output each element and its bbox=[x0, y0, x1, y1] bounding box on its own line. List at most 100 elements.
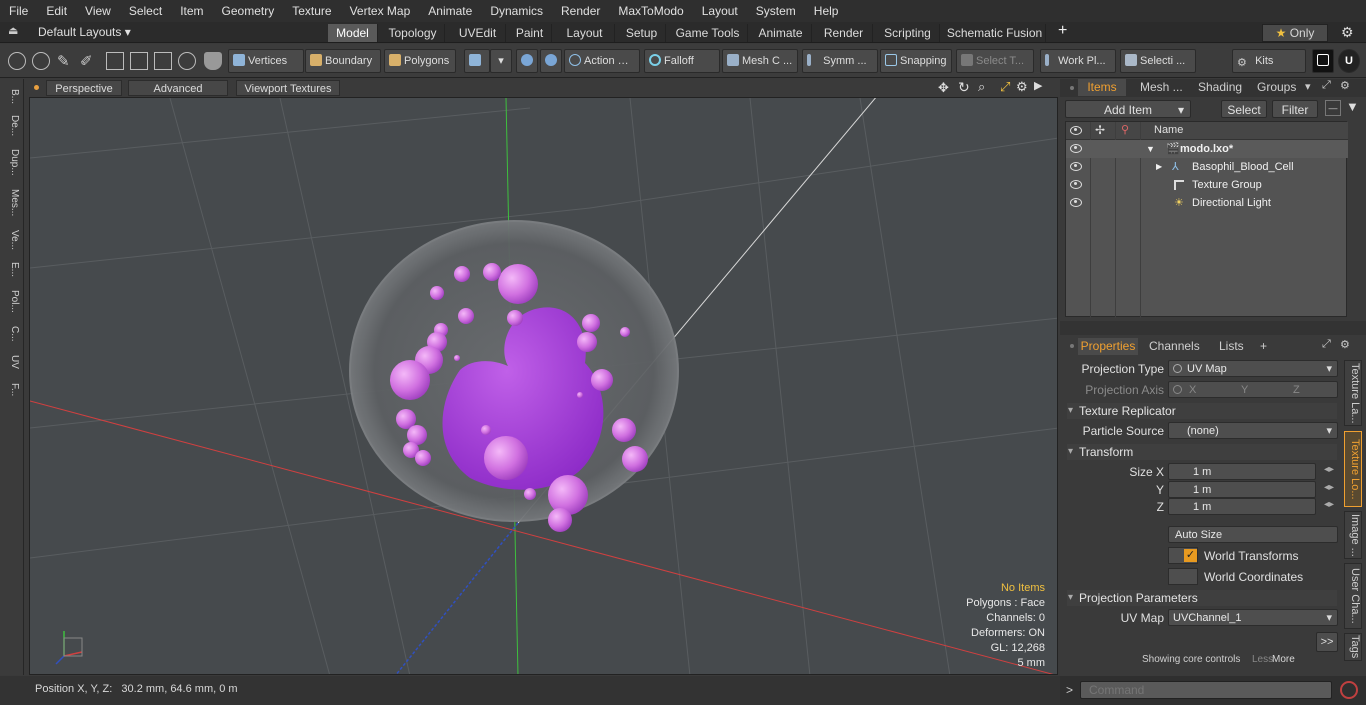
tab-animate[interactable]: Animate bbox=[750, 24, 812, 42]
collapse-icon[interactable]: — bbox=[1325, 100, 1341, 116]
filter-button[interactable]: Filter bbox=[1272, 100, 1318, 118]
menu-item-maxtomodo[interactable]: MaxToModo bbox=[609, 0, 692, 22]
rotate-view-icon[interactable]: ↻ bbox=[958, 79, 970, 96]
select-circle-icon[interactable] bbox=[8, 52, 26, 70]
globe-icon[interactable] bbox=[32, 52, 50, 70]
menu-item-view[interactable]: View bbox=[76, 0, 120, 22]
items-panel-splitter[interactable] bbox=[1060, 321, 1366, 335]
polygons-button[interactable]: Polygons bbox=[384, 49, 456, 73]
symmetry-button[interactable]: Symm ... bbox=[802, 49, 878, 73]
kits-button[interactable]: ⚙ Kits bbox=[1232, 49, 1306, 73]
expand-arrow-icon[interactable]: ▼ bbox=[1146, 140, 1155, 158]
brush-icon[interactable]: ✐ bbox=[80, 52, 98, 70]
select-through-button[interactable]: Select T... bbox=[956, 49, 1034, 73]
unreal-logo-button[interactable]: U bbox=[1338, 49, 1360, 73]
tab-topology[interactable]: Topology bbox=[381, 24, 445, 42]
visibility-eye-icon[interactable] bbox=[1070, 144, 1082, 153]
left-tab-0[interactable]: B... bbox=[4, 85, 20, 109]
filter-funnel-icon[interactable]: ▼ bbox=[1346, 99, 1359, 114]
size-link-icon[interactable]: ◂▸ bbox=[1324, 482, 1334, 493]
tab-shading[interactable]: Shading bbox=[1198, 79, 1242, 96]
menu-item-dynamics[interactable]: Dynamics bbox=[481, 0, 552, 22]
left-tab-6[interactable]: Pol... bbox=[4, 285, 20, 317]
falloff-button[interactable]: Falloff bbox=[644, 49, 720, 73]
menu-item-layout[interactable]: Layout bbox=[693, 0, 747, 22]
menu-item-help[interactable]: Help bbox=[805, 0, 848, 22]
vertices-button[interactable]: Vertices bbox=[228, 49, 304, 73]
zoom-view-icon[interactable]: ⌕ bbox=[978, 79, 985, 95]
tab-schematic-fusion[interactable]: Schematic Fusion bbox=[944, 24, 1046, 42]
visibility-eye-icon[interactable] bbox=[1070, 180, 1082, 189]
tab-mesh[interactable]: Mesh ... bbox=[1140, 79, 1183, 96]
pivot-button[interactable] bbox=[516, 49, 538, 73]
tab-image[interactable]: Image ... bbox=[1344, 511, 1362, 559]
left-tab-9[interactable]: F... bbox=[4, 377, 20, 403]
size-link-icon[interactable]: ◂▸ bbox=[1324, 499, 1334, 510]
tab-paint[interactable]: Paint bbox=[508, 24, 552, 42]
items-expand-icon[interactable]: ⤢ bbox=[1322, 79, 1331, 92]
list-item[interactable]: ▼ 🎬 modo.lxo* bbox=[1066, 140, 1348, 158]
world-coordinates-checkbox[interactable] bbox=[1168, 568, 1198, 585]
left-tab-5[interactable]: E... bbox=[4, 259, 20, 281]
visibility-eye-icon[interactable] bbox=[1070, 198, 1082, 207]
left-tab-4[interactable]: Ve... bbox=[4, 225, 20, 255]
properties-expand-icon[interactable]: ⤢ bbox=[1322, 338, 1331, 351]
layout-menu-icon[interactable]: ⏏ bbox=[8, 24, 18, 37]
more-link[interactable]: More bbox=[1272, 654, 1295, 665]
more-arrow-button[interactable]: >> bbox=[1316, 632, 1338, 652]
size-x-field[interactable]: 1 m bbox=[1168, 463, 1316, 480]
size-z-field[interactable]: 1 m bbox=[1168, 498, 1316, 515]
left-tab-1[interactable]: De... bbox=[4, 113, 20, 139]
menu-item-render[interactable]: Render bbox=[552, 0, 609, 22]
uv-map-select[interactable]: UVChannel_1 bbox=[1168, 609, 1338, 627]
texture-replicator-section[interactable]: Texture Replicator bbox=[1067, 403, 1337, 419]
tab-lists[interactable]: Lists bbox=[1219, 338, 1244, 355]
list-item[interactable]: ▶ ⅄ Basophil_Blood_Cell bbox=[1066, 158, 1348, 176]
tab-user-channels[interactable]: User Cha... bbox=[1344, 563, 1362, 629]
gear-icon[interactable]: ⚙ bbox=[1341, 24, 1354, 41]
tab-setup[interactable]: Setup bbox=[618, 24, 666, 42]
left-tab-3[interactable]: Mes... bbox=[4, 185, 20, 221]
pen-icon[interactable]: ✎ bbox=[57, 52, 75, 70]
unreal-cube-button[interactable] bbox=[1312, 49, 1334, 73]
maximize-view-icon[interactable]: ⤢ bbox=[1000, 79, 1010, 95]
mode-dropdown[interactable]: ▾ bbox=[490, 49, 512, 73]
menu-item-geometry[interactable]: Geometry bbox=[213, 0, 284, 22]
projection-parameters-section[interactable]: Projection Parameters bbox=[1067, 590, 1337, 606]
transform-section[interactable]: Transform bbox=[1067, 444, 1337, 460]
visibility-eye-icon[interactable] bbox=[1070, 162, 1082, 171]
advanced-button[interactable]: Advanced bbox=[128, 80, 228, 96]
tab-tags[interactable]: Tags bbox=[1344, 633, 1362, 661]
world-transforms-checkbox[interactable]: ✓ bbox=[1168, 547, 1198, 564]
tab-items[interactable]: Items bbox=[1078, 79, 1126, 96]
viewport-textures-button[interactable]: Viewport Textures bbox=[236, 80, 340, 96]
menu-item-vertex-map[interactable]: Vertex Map bbox=[341, 0, 420, 22]
tab-scripting[interactable]: Scripting bbox=[876, 24, 940, 42]
menu-item-select[interactable]: Select bbox=[120, 0, 171, 22]
tab-model[interactable]: Model bbox=[328, 24, 378, 42]
menu-item-item[interactable]: Item bbox=[171, 0, 212, 22]
auto-size-button[interactable]: Auto Size bbox=[1168, 526, 1338, 543]
add-item-button[interactable]: Add Item ▾ bbox=[1065, 100, 1191, 118]
select-button[interactable]: Select bbox=[1221, 100, 1267, 118]
tab-uvedit[interactable]: UVEdit bbox=[450, 24, 506, 42]
action-center-button[interactable]: Action … bbox=[564, 49, 640, 73]
menu-item-file[interactable]: File bbox=[0, 0, 37, 22]
tab-texture-locator[interactable]: Texture Lo... bbox=[1344, 431, 1362, 507]
items-tabs-dropdown-icon[interactable]: ▾ bbox=[1305, 80, 1311, 93]
only-button[interactable]: ★ Only bbox=[1262, 24, 1328, 42]
tab-render[interactable]: Render bbox=[815, 24, 873, 42]
expand-arrow-icon[interactable]: ▶ bbox=[1156, 158, 1162, 176]
name-column-header[interactable]: Name bbox=[1154, 124, 1183, 136]
items-gear-icon[interactable]: ⚙ bbox=[1340, 79, 1350, 92]
perspective-button[interactable]: Perspective bbox=[46, 80, 122, 96]
tab-game-tools[interactable]: Game Tools bbox=[668, 24, 748, 42]
viewport-expand-icon[interactable]: ▶ bbox=[1034, 79, 1042, 92]
tab-texture-layers[interactable]: Texture La... bbox=[1344, 360, 1362, 426]
3d-viewport[interactable]: No Items Polygons : Face Channels: 0 Def… bbox=[29, 97, 1058, 675]
projection-axis-field[interactable]: X Y Z bbox=[1168, 381, 1338, 398]
properties-gear-icon[interactable]: ⚙ bbox=[1340, 338, 1350, 351]
size-link-icon[interactable]: ◂▸ bbox=[1324, 464, 1334, 475]
left-tab-2[interactable]: Dup... bbox=[4, 143, 20, 181]
selection-sets-button[interactable]: Selecti ... bbox=[1120, 49, 1196, 73]
